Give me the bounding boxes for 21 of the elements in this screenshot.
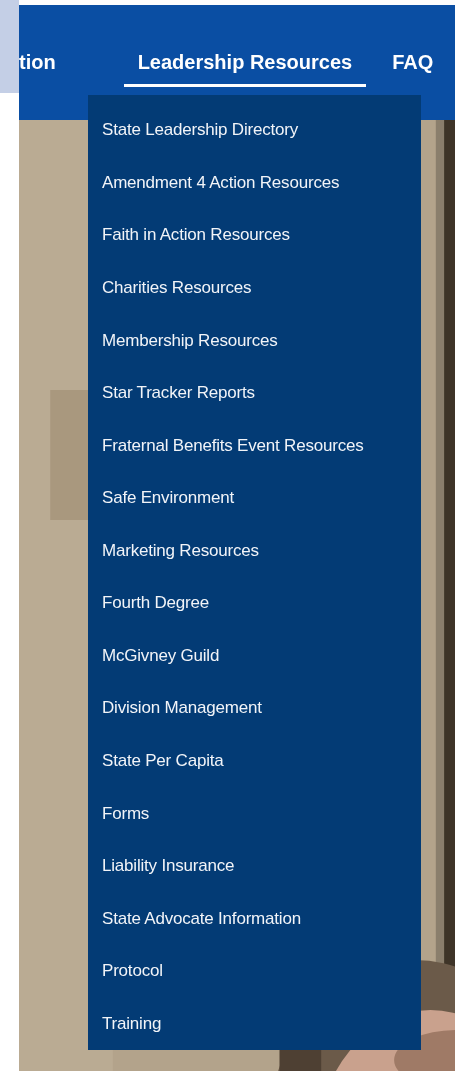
menu-item[interactable]: Membership Resources xyxy=(88,314,421,367)
menu-item[interactable]: Forms xyxy=(88,787,421,840)
menu-item[interactable]: Marketing Resources xyxy=(88,524,421,578)
menu-item[interactable]: Amendment 4 Action Resources xyxy=(88,156,421,210)
nav-link[interactable]: tion xyxy=(19,45,56,87)
menu-item[interactable]: State Leadership Directory xyxy=(88,104,421,157)
menu-item[interactable]: Training xyxy=(88,997,421,1051)
menu-item[interactable]: Safe Environment xyxy=(88,471,421,525)
nav-link[interactable]: FAQ xyxy=(392,45,434,87)
menu-item[interactable]: State Advocate Information xyxy=(88,892,421,945)
menu-item[interactable]: Star Tracker Reports xyxy=(88,366,421,420)
menu-item[interactable]: Charities Resources xyxy=(88,261,421,315)
nav-link[interactable]: Leadership Resources xyxy=(123,45,367,87)
menu-item[interactable]: Fraternal Benefits Event Resources xyxy=(88,419,421,472)
menu-item[interactable]: McGivney Guild xyxy=(88,629,421,683)
menu-item[interactable]: Division Management xyxy=(88,682,421,735)
menu-item[interactable]: Fourth Degree xyxy=(88,577,421,630)
menu-item[interactable]: Faith in Action Resources xyxy=(88,209,421,262)
menu-item[interactable]: Liability Insurance xyxy=(88,839,421,893)
menu-item[interactable]: Protocol xyxy=(88,945,421,998)
menu-item[interactable]: State Per Capita xyxy=(88,734,421,788)
